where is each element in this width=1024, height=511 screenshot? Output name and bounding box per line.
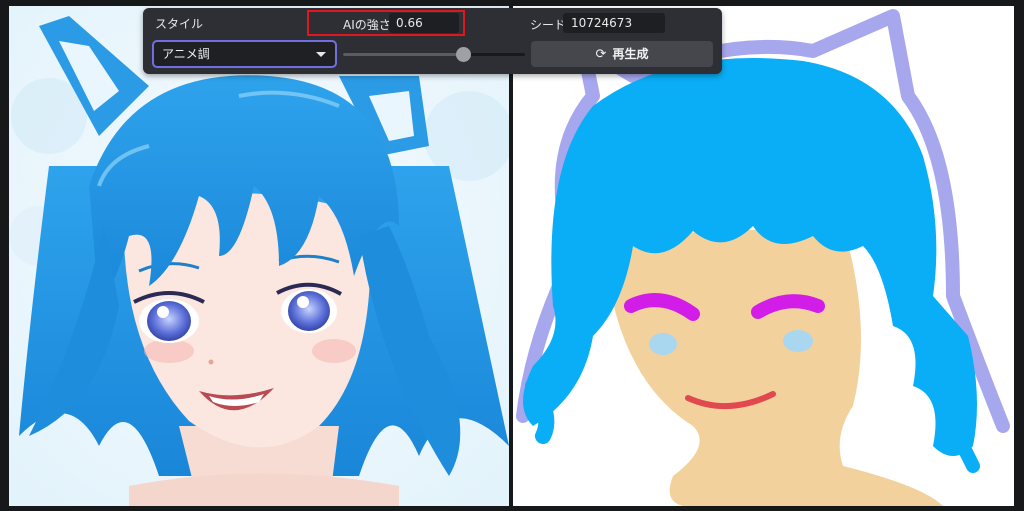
- slider-fill: [343, 53, 464, 56]
- slider-thumb[interactable]: [456, 47, 472, 62]
- input-sketch-drawing: [513, 6, 1014, 506]
- refresh-icon: ⟳: [595, 47, 607, 62]
- seed-label: シード: [530, 18, 567, 32]
- ai-strength-label: AIの強さ: [343, 18, 391, 32]
- ai-strength-slider[interactable]: [343, 47, 525, 62]
- generated-image: [9, 6, 509, 506]
- seed-input[interactable]: 10724673: [563, 13, 665, 33]
- sketch-canvas[interactable]: [513, 6, 1014, 506]
- generation-toolbar: スタイル AIの強さ 0.66 シード 10724673 アニメ調 ⟳ 再生成: [143, 8, 722, 74]
- ai-strength-input[interactable]: 0.66: [389, 13, 459, 33]
- chevron-down-icon: [316, 52, 326, 57]
- regenerate-label: 再生成: [612, 47, 649, 61]
- style-label: スタイル: [155, 17, 204, 31]
- style-select-value: アニメ調: [162, 47, 210, 61]
- app-frame: [0, 0, 1024, 511]
- regenerate-button[interactable]: ⟳ 再生成: [531, 41, 713, 67]
- style-select[interactable]: アニメ調: [152, 40, 337, 68]
- generated-anime-illustration: [9, 6, 509, 506]
